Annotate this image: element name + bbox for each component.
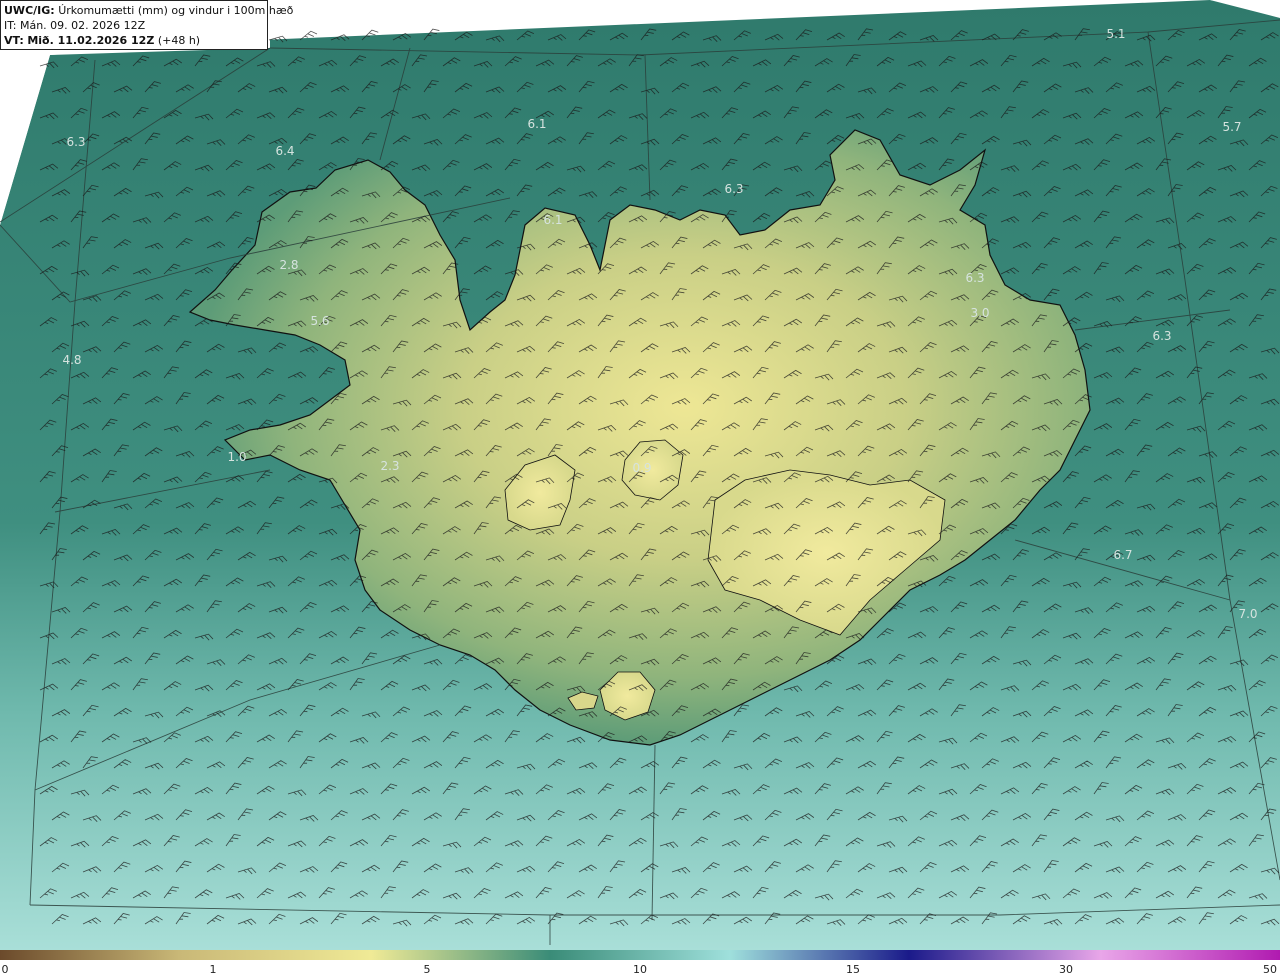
- precip-value-label: 5.7: [1222, 120, 1241, 134]
- init-time-line: IT: Mán. 09. 02. 2026 12Z: [4, 18, 264, 33]
- precip-value-label: 0.9: [632, 461, 651, 475]
- precipitation-wind-map: 5.1 6.1 5.7 6.3 6.4 6.3 6.1 2.8 6.3 3.0 5.6 6.3 4.8 1…: [0, 0, 1280, 950]
- title-line: UWC/IG: Úrkomumætti (mm) og vindur i 100…: [4, 3, 293, 18]
- colorbar-tick: 50: [1263, 963, 1277, 976]
- precip-value-label: 7.0: [1238, 607, 1257, 621]
- colorbar: 0 1 5 10 15 30 50: [0, 950, 1280, 978]
- precip-value-label: 6.1: [527, 117, 546, 131]
- colorbar-tick: 30: [1059, 963, 1073, 976]
- precip-value-label: 3.0: [970, 306, 989, 320]
- weather-map-view: 5.1 6.1 5.7 6.3 6.4 6.3 6.1 2.8 6.3 3.0 5.6 6.3 4.8 1…: [0, 0, 1280, 978]
- precip-value-label: 6.3: [965, 271, 984, 285]
- map-info-box: UWC/IG: Úrkomumætti (mm) og vindur i 100…: [0, 0, 293, 50]
- valid-time-value: Mið. 11.02.2026 12Z: [27, 34, 155, 47]
- map-title: Úrkomumætti (mm) og vindur i 100m hæð: [58, 4, 294, 17]
- model-name: UWC/IG:: [4, 4, 55, 17]
- precip-value-label: 1.0: [227, 450, 246, 464]
- precip-value-label: 6.3: [66, 135, 85, 149]
- colorbar-tick: 1: [209, 963, 217, 976]
- precip-value-label: 6.3: [1152, 329, 1171, 343]
- valid-time-lead: (+48 h): [157, 34, 201, 47]
- init-time-value: Mán. 09. 02. 2026 12Z: [19, 19, 146, 32]
- colorbar-gradient: [0, 950, 1280, 960]
- precip-value-label: 2.8: [279, 258, 298, 272]
- precip-value-label: 6.3: [724, 182, 743, 196]
- init-time-prefix: IT:: [4, 19, 17, 32]
- valid-time-prefix: VT:: [4, 34, 24, 47]
- colorbar-tick: 10: [633, 963, 647, 976]
- precip-value-label: 6.7: [1113, 548, 1132, 562]
- valid-time-line: VT: Mið. 11.02.2026 12Z (+48 h): [4, 33, 264, 48]
- precip-value-label: 5.6: [310, 314, 329, 328]
- precip-value-label: 4.8: [62, 353, 81, 367]
- colorbar-tick: 15: [846, 963, 860, 976]
- precip-value-label: 6.1: [543, 213, 562, 227]
- colorbar-tick: 0: [1, 963, 9, 976]
- precip-value-label: 2.3: [380, 459, 399, 473]
- precip-value-label: 6.4: [275, 144, 294, 158]
- colorbar-tick: 5: [423, 963, 431, 976]
- precip-value-label: 5.1: [1106, 27, 1125, 41]
